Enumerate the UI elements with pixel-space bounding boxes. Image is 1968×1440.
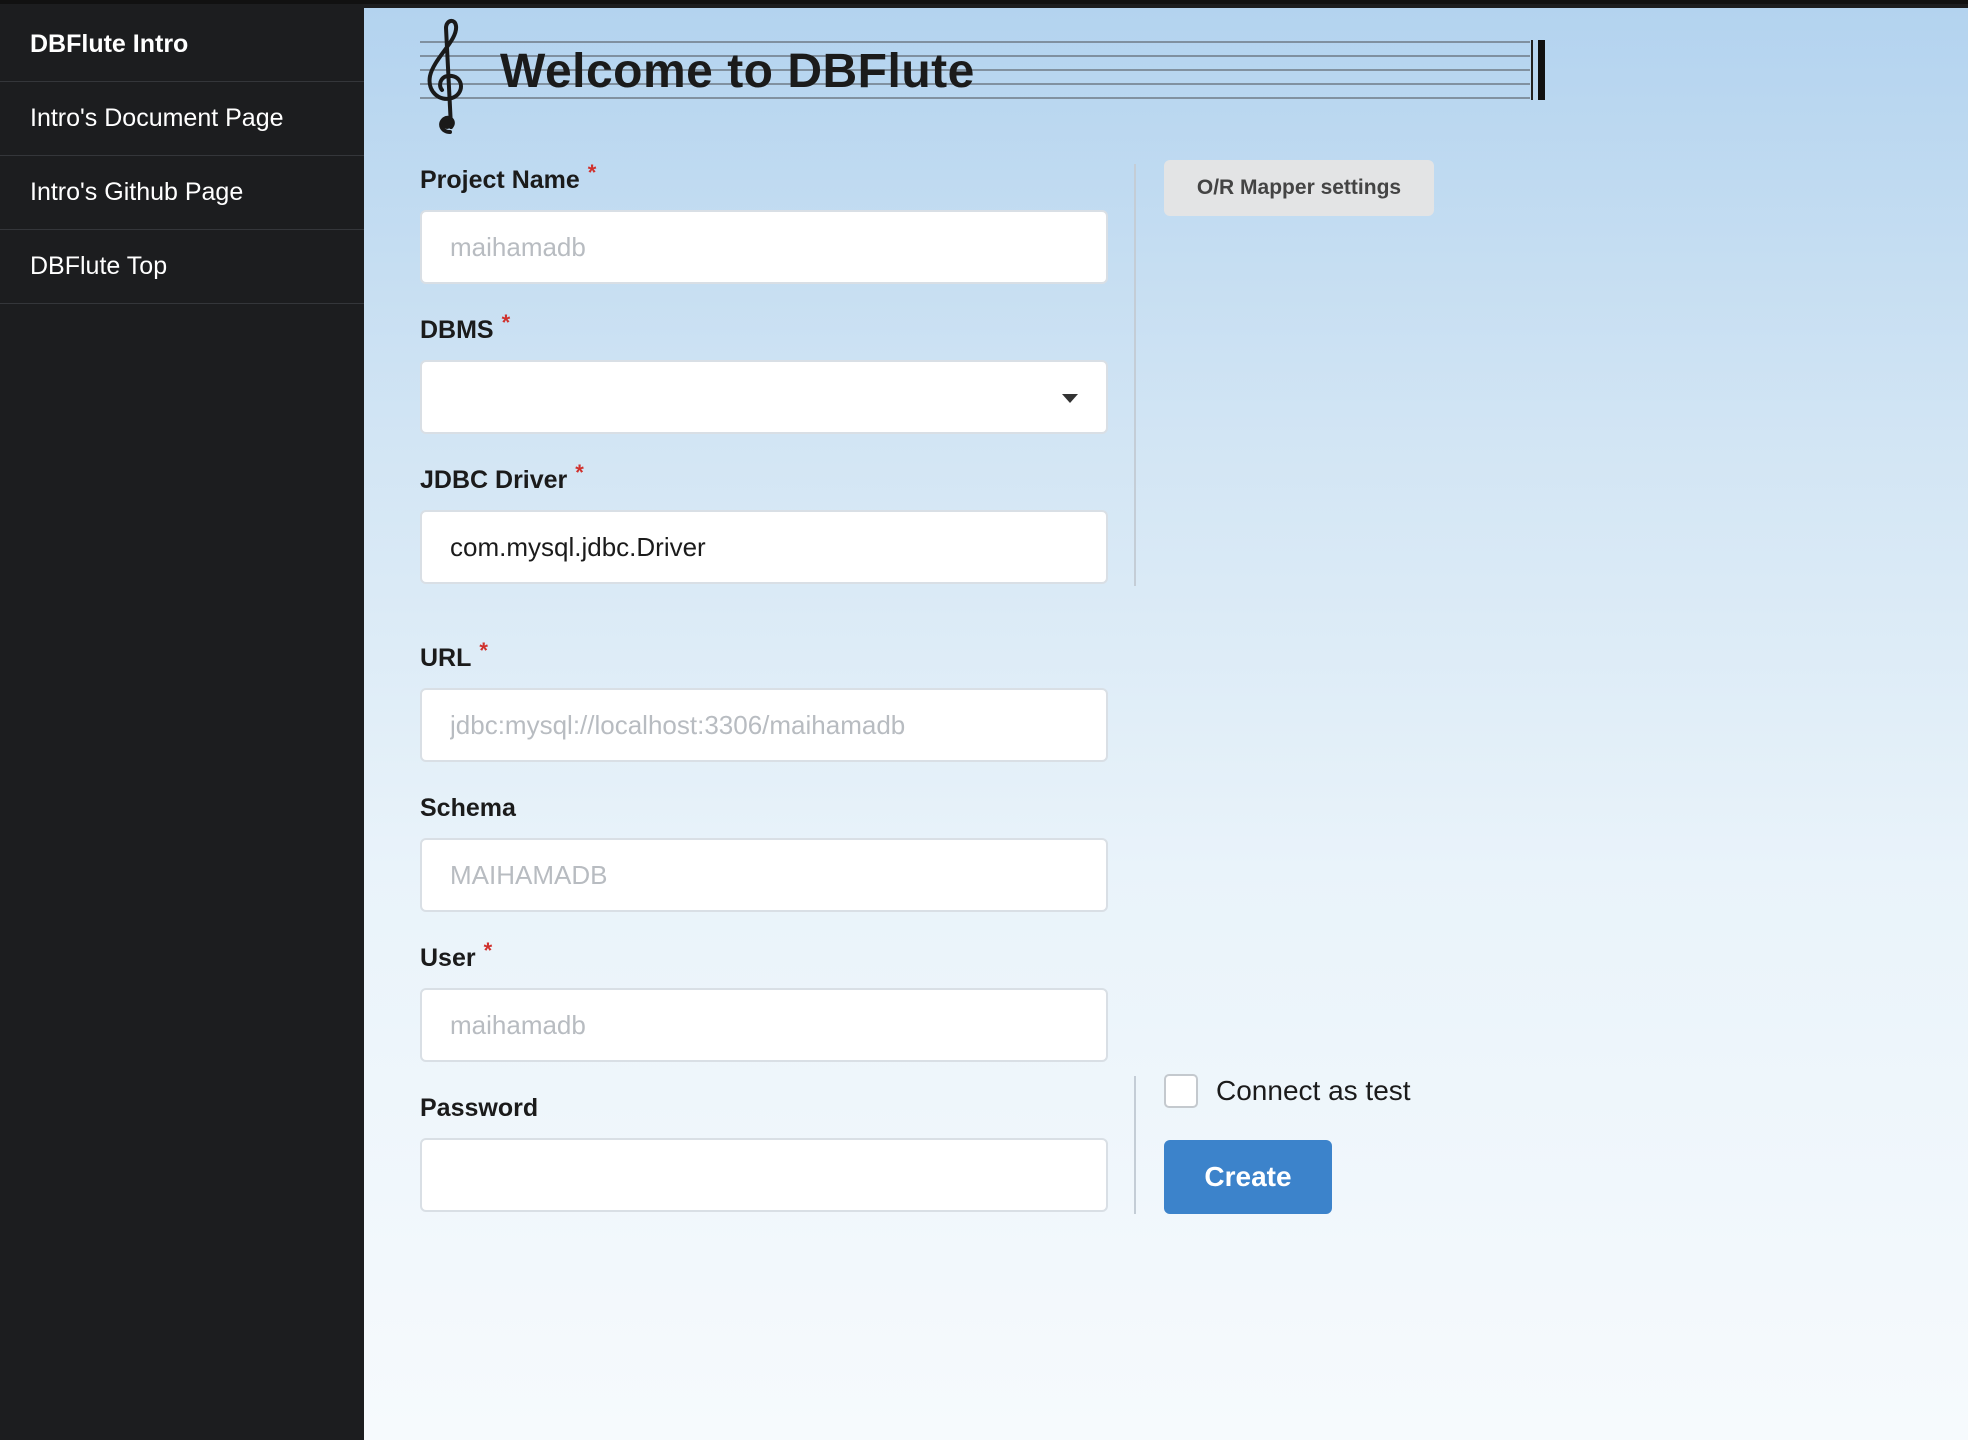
connect-as-test-label[interactable]: Connect as test: [1216, 1074, 1411, 1108]
user-input[interactable]: [420, 988, 1108, 1062]
app-window: DBFlute Intro Intro's Document Page Intr…: [0, 0, 1968, 1440]
chevron-down-icon: [1062, 394, 1078, 403]
project-name-label: Project Name *: [420, 160, 596, 195]
schema-label: Schema: [420, 794, 516, 822]
dbms-label-text: DBMS: [420, 316, 494, 344]
sidebar-item-dbflute-top[interactable]: DBFlute Top: [0, 230, 364, 304]
connect-as-test-checkbox[interactable]: [1164, 1074, 1198, 1108]
dbms-label: DBMS *: [420, 310, 510, 345]
vertical-divider: [1134, 1076, 1136, 1214]
or-mapper-settings-button[interactable]: O/R Mapper settings: [1164, 160, 1434, 216]
page-title: Welcome to DBFlute: [500, 45, 975, 98]
jdbc-driver-input[interactable]: [420, 510, 1108, 584]
vertical-divider: [1134, 164, 1136, 586]
user-label-text: User: [420, 944, 476, 972]
project-name-input[interactable]: [420, 210, 1108, 284]
password-label: Password: [420, 1094, 539, 1122]
sidebar-item-intro-github-page[interactable]: Intro's Github Page: [0, 156, 364, 230]
required-mark: *: [483, 938, 493, 963]
project-name-label-text: Project Name: [420, 166, 580, 194]
treble-clef-icon: [427, 19, 463, 134]
url-label: URL *: [420, 638, 488, 673]
url-input[interactable]: [420, 688, 1108, 762]
url-label-text: URL: [420, 644, 472, 672]
sidebar-item-intro-document-page[interactable]: Intro's Document Page: [0, 82, 364, 156]
sidebar-item-dbflute-intro[interactable]: DBFlute Intro: [0, 8, 364, 82]
create-button[interactable]: Create: [1164, 1140, 1332, 1214]
schema-input[interactable]: [420, 838, 1108, 912]
page-header: Welcome to DBFlute: [420, 16, 1556, 136]
user-label: User *: [420, 938, 492, 973]
sidebar: DBFlute Intro Intro's Document Page Intr…: [0, 8, 364, 1440]
jdbc-driver-label-text: JDBC Driver: [420, 466, 568, 494]
jdbc-driver-label: JDBC Driver *: [420, 460, 584, 495]
main-content: Welcome to DBFlute Project Name * DBMS * J…: [364, 8, 1968, 1440]
required-mark: *: [479, 638, 488, 663]
required-mark: *: [575, 460, 584, 485]
password-input[interactable]: [420, 1138, 1108, 1212]
required-mark: *: [587, 160, 597, 185]
dbms-select[interactable]: [420, 360, 1108, 434]
required-mark: *: [501, 310, 511, 335]
